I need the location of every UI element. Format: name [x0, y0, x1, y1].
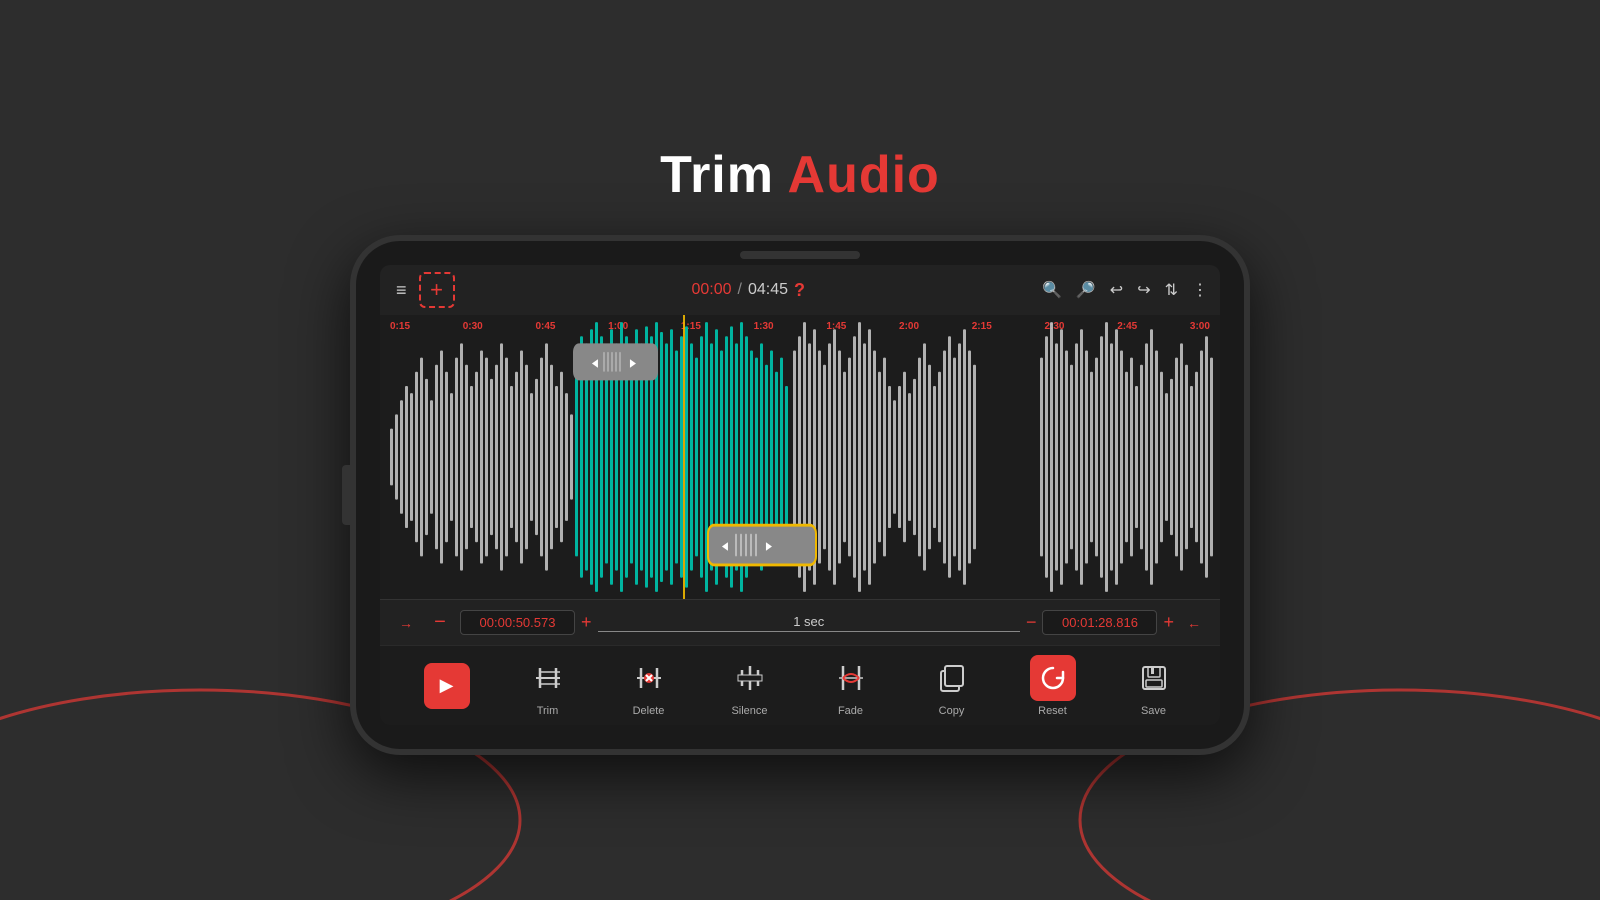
- sort-icon[interactable]: ⇅: [1165, 280, 1178, 300]
- play-button[interactable]: ▶: [417, 663, 477, 709]
- save-icon-wrap: [1131, 655, 1177, 701]
- zoom-in-icon[interactable]: 🔍: [1042, 280, 1062, 300]
- toolbar-left: ≡ +: [392, 272, 455, 308]
- add-button[interactable]: +: [419, 272, 455, 308]
- waveform-container[interactable]: 0:15 0:30 0:45 1:00 1:15 1:30 1:45 2:00 …: [380, 315, 1220, 599]
- go-to-start-button[interactable]: →: [392, 609, 420, 637]
- save-icon: [1138, 662, 1170, 694]
- svg-text:◄: ◄: [590, 355, 600, 371]
- fade-label: Fade: [838, 705, 863, 717]
- trim-icon: [532, 662, 564, 694]
- title-audio: Audio: [788, 146, 940, 204]
- delete-label: Delete: [633, 705, 665, 717]
- phone-notch: [740, 251, 860, 259]
- menu-icon[interactable]: ≡: [392, 276, 411, 305]
- title-trim: Trim: [660, 146, 774, 204]
- waveform-svg: ◄ ► ◄ ►: [380, 315, 1220, 599]
- trim-icon-wrap: [525, 655, 571, 701]
- phone-frame: ≡ + 00:00 / 04:45 ? 🔍 🔍 ↩ ↪ ⇅ ⋮: [350, 235, 1250, 755]
- right-plus-button[interactable]: +: [1163, 612, 1174, 633]
- save-button[interactable]: Save: [1124, 655, 1184, 717]
- help-icon[interactable]: ?: [794, 280, 805, 301]
- save-label: Save: [1141, 705, 1166, 717]
- copy-icon: [936, 662, 968, 694]
- delete-icon-wrap: [626, 655, 672, 701]
- toolbar-center: 00:00 / 04:45 ?: [463, 280, 1034, 301]
- right-time-input[interactable]: 00:01:28.816: [1042, 610, 1157, 635]
- left-plus-button[interactable]: +: [581, 612, 592, 633]
- redo-icon[interactable]: ↪: [1137, 280, 1150, 300]
- delete-icon: [633, 662, 665, 694]
- svg-text:◄: ◄: [720, 538, 730, 554]
- play-icon: ▶: [440, 675, 454, 696]
- left-minus-button[interactable]: −: [426, 609, 454, 637]
- copy-label: Copy: [939, 705, 965, 717]
- reset-button[interactable]: Reset: [1023, 655, 1083, 717]
- svg-text:►: ►: [628, 355, 638, 371]
- copy-button[interactable]: Copy: [922, 655, 982, 717]
- time-total: 04:45: [748, 281, 788, 299]
- position-bar: → − 00:00:50.573 + 1 sec − 00:01:28.816 …: [380, 599, 1220, 645]
- left-time-input[interactable]: 00:00:50.573: [460, 610, 575, 635]
- silence-button[interactable]: Silence: [720, 655, 780, 717]
- reset-label: Reset: [1038, 705, 1067, 717]
- action-bar: ▶ Trim: [380, 645, 1220, 725]
- right-minus-button[interactable]: −: [1026, 612, 1037, 633]
- page-title: Trim Audio: [660, 145, 940, 205]
- fade-button[interactable]: Fade: [821, 655, 881, 717]
- silence-icon-wrap: [727, 655, 773, 701]
- zoom-out-icon[interactable]: 🔍: [1076, 280, 1096, 300]
- delete-button[interactable]: Delete: [619, 655, 679, 717]
- go-to-end-button[interactable]: ←: [1180, 609, 1208, 637]
- time-current: 00:00: [691, 281, 731, 299]
- copy-icon-wrap: [929, 655, 975, 701]
- step-display: 1 sec: [598, 614, 1020, 632]
- undo-icon[interactable]: ↩: [1110, 280, 1123, 300]
- trim-label: Trim: [537, 705, 559, 717]
- time-separator: /: [738, 281, 742, 299]
- reset-icon: [1039, 664, 1067, 692]
- more-icon[interactable]: ⋮: [1192, 280, 1208, 300]
- toolbar-right: 🔍 🔍 ↩ ↪ ⇅ ⋮: [1042, 280, 1208, 300]
- top-toolbar: ≡ + 00:00 / 04:45 ? 🔍 🔍 ↩ ↪ ⇅ ⋮: [380, 265, 1220, 315]
- reset-icon-wrap: [1030, 655, 1076, 701]
- silence-label: Silence: [731, 705, 767, 717]
- fade-icon: [835, 662, 867, 694]
- phone-screen: ≡ + 00:00 / 04:45 ? 🔍 🔍 ↩ ↪ ⇅ ⋮: [380, 265, 1220, 725]
- svg-text:►: ►: [764, 538, 774, 554]
- play-icon-wrap: ▶: [424, 663, 470, 709]
- trim-button[interactable]: Trim: [518, 655, 578, 717]
- fade-icon-wrap: [828, 655, 874, 701]
- silence-icon: [734, 662, 766, 694]
- phone-mockup: ≡ + 00:00 / 04:45 ? 🔍 🔍 ↩ ↪ ⇅ ⋮: [350, 235, 1250, 755]
